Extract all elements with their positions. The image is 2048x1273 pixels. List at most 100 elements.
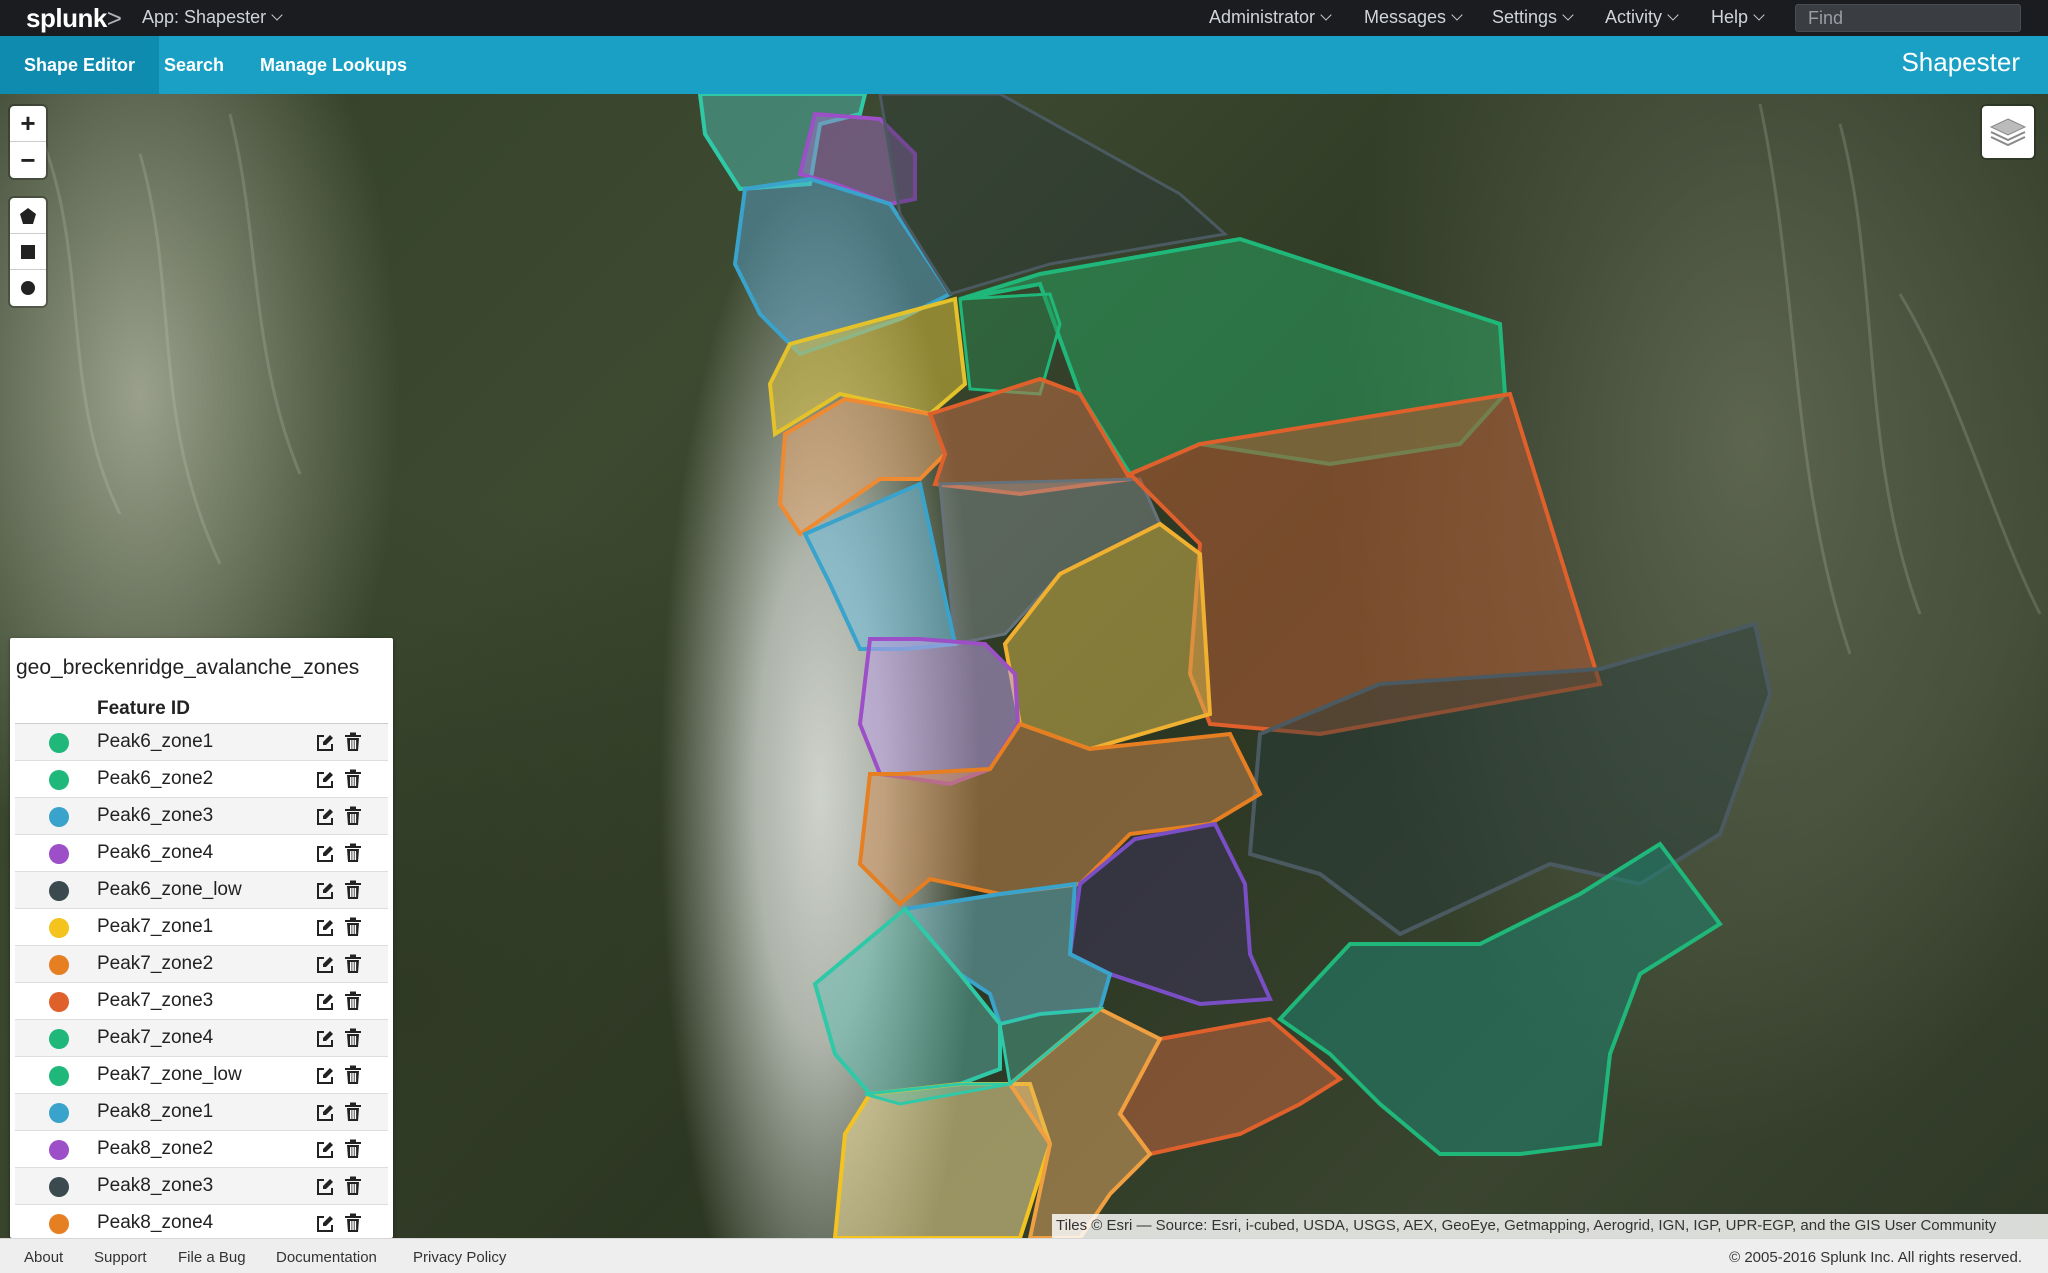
menu-messages[interactable]: Messages: [1364, 7, 1463, 28]
feature-row[interactable]: Peak6_zone4: [15, 835, 388, 872]
zoom-out-button[interactable]: −: [10, 142, 46, 178]
feature-row[interactable]: Peak7_zone1: [15, 909, 388, 946]
trash-icon[interactable]: [344, 769, 362, 789]
feature-id-label: Peak7_zone4: [97, 1027, 214, 1048]
app-brand-title: Shapester: [1901, 47, 2020, 77]
footer-link-privacy-policy[interactable]: Privacy Policy: [413, 1249, 506, 1266]
trash-icon[interactable]: [344, 1139, 362, 1159]
nav-search[interactable]: Search: [140, 36, 248, 94]
nav-shape-editor[interactable]: Shape Editor: [0, 36, 160, 94]
feature-color-dot: [49, 992, 69, 1012]
feature-row[interactable]: Peak8_zone3: [15, 1168, 388, 1205]
chevron-down-icon: [1562, 9, 1574, 21]
edit-icon[interactable]: [315, 1140, 335, 1160]
feature-id-label: Peak6_zone4: [97, 842, 214, 863]
trash-icon[interactable]: [344, 806, 362, 826]
trash-icon[interactable]: [344, 1102, 362, 1122]
feature-row[interactable]: Peak7_zone4: [15, 1020, 388, 1057]
rectangle-tool-icon[interactable]: [10, 234, 46, 270]
footer-link-documentation[interactable]: Documentation: [276, 1249, 377, 1266]
feature-id-label: Peak6_zone2: [97, 768, 214, 789]
edit-icon[interactable]: [315, 881, 335, 901]
menu-help[interactable]: Help: [1711, 7, 1765, 28]
circle-tool-icon[interactable]: [10, 270, 46, 306]
chevron-down-icon: [271, 9, 283, 21]
feature-id-label: Peak8_zone4: [97, 1212, 214, 1233]
feature-row[interactable]: Peak7_zone2: [15, 946, 388, 983]
feature-row[interactable]: Peak6_zone2: [15, 761, 388, 798]
chevron-down-icon: [1320, 9, 1332, 21]
feature-color-dot: [49, 1177, 69, 1197]
trash-icon[interactable]: [344, 880, 362, 900]
page-footer: About Support File a Bug Documentation P…: [0, 1238, 2048, 1273]
edit-icon[interactable]: [315, 733, 335, 753]
feature-color-dot: [49, 955, 69, 975]
feature-color-dot: [49, 1214, 69, 1234]
feature-color-dot: [49, 807, 69, 827]
draw-toolbar: [10, 198, 46, 306]
edit-icon[interactable]: [315, 1066, 335, 1086]
feature-color-dot: [49, 1029, 69, 1049]
trash-icon[interactable]: [344, 954, 362, 974]
feature-id-label: Peak6_zone_low: [97, 879, 242, 900]
feature-id-label: Peak7_zone1: [97, 916, 214, 937]
feature-row[interactable]: Peak6_zone_low: [15, 872, 388, 909]
zoom-in-button[interactable]: +: [10, 106, 46, 142]
menu-activity[interactable]: Activity: [1605, 7, 1679, 28]
polygon-tool-icon[interactable]: [10, 198, 46, 234]
top-app-bar: splunk> App: Shapester Administrator Mes…: [0, 0, 2048, 36]
menu-administrator[interactable]: Administrator: [1209, 7, 1332, 28]
feature-color-dot: [49, 881, 69, 901]
trash-icon[interactable]: [344, 1176, 362, 1196]
edit-icon[interactable]: [315, 1029, 335, 1049]
feature-list-panel: geo_breckenridge_avalanche_zones Feature…: [10, 638, 393, 1238]
edit-icon[interactable]: [315, 770, 335, 790]
feature-id-label: Peak7_zone_low: [97, 1064, 242, 1085]
layers-icon[interactable]: [1982, 106, 2034, 158]
edit-icon[interactable]: [315, 1214, 335, 1234]
nav-manage-lookups[interactable]: Manage Lookups: [236, 36, 431, 94]
feature-row[interactable]: Peak8_zone2: [15, 1131, 388, 1168]
edit-icon[interactable]: [315, 807, 335, 827]
feature-id-label: Peak6_zone3: [97, 805, 214, 826]
footer-link-about[interactable]: About: [24, 1249, 63, 1266]
lookup-title: geo_breckenridge_avalanche_zones: [16, 656, 360, 679]
trash-icon[interactable]: [344, 1065, 362, 1085]
feature-row[interactable]: Peak6_zone1: [15, 724, 388, 761]
feature-row[interactable]: Peak8_zone4: [15, 1205, 388, 1238]
map-attribution: Tiles © Esri — Source: Esri, i-cubed, US…: [1052, 1214, 2048, 1238]
footer-link-support[interactable]: Support: [94, 1249, 147, 1266]
feature-color-dot: [49, 918, 69, 938]
trash-icon[interactable]: [344, 1028, 362, 1048]
edit-icon[interactable]: [315, 992, 335, 1012]
feature-row[interactable]: Peak7_zone_low: [15, 1057, 388, 1094]
footer-link-file-a-bug[interactable]: File a Bug: [178, 1249, 246, 1266]
find-input[interactable]: [1795, 4, 2021, 32]
edit-icon[interactable]: [315, 955, 335, 975]
feature-color-dot: [49, 770, 69, 790]
edit-icon[interactable]: [315, 1177, 335, 1197]
feature-id-label: Peak8_zone2: [97, 1138, 214, 1159]
splunk-logo[interactable]: splunk>: [26, 3, 122, 34]
trash-icon[interactable]: [344, 843, 362, 863]
app-menu[interactable]: App: Shapester: [142, 7, 283, 28]
trash-icon[interactable]: [344, 917, 362, 937]
trash-icon[interactable]: [344, 732, 362, 752]
feature-id-label: Peak8_zone1: [97, 1101, 214, 1122]
feature-row[interactable]: Peak6_zone3: [15, 798, 388, 835]
map-view[interactable]: + − geo_breckenridge_avalanche_zones Fea…: [0, 94, 2048, 1238]
feature-list: Peak6_zone1 Peak6_zone2 Peak6_zone3 Peak6_z…: [15, 724, 388, 1238]
feature-row[interactable]: Peak7_zone3: [15, 983, 388, 1020]
edit-icon[interactable]: [315, 1103, 335, 1123]
feature-row[interactable]: Peak8_zone1: [15, 1094, 388, 1131]
trash-icon[interactable]: [344, 1213, 362, 1233]
chevron-down-icon: [1753, 9, 1765, 21]
app-nav-bar: Shape Editor Search Manage Lookups Shape…: [0, 36, 2048, 94]
trash-icon[interactable]: [344, 991, 362, 1011]
menu-settings[interactable]: Settings: [1492, 7, 1574, 28]
edit-icon[interactable]: [315, 918, 335, 938]
edit-icon[interactable]: [315, 844, 335, 864]
feature-color-dot: [49, 1103, 69, 1123]
feature-color-dot: [49, 733, 69, 753]
zone-peak10-zone1[interactable]: [832, 1082, 1053, 1238]
